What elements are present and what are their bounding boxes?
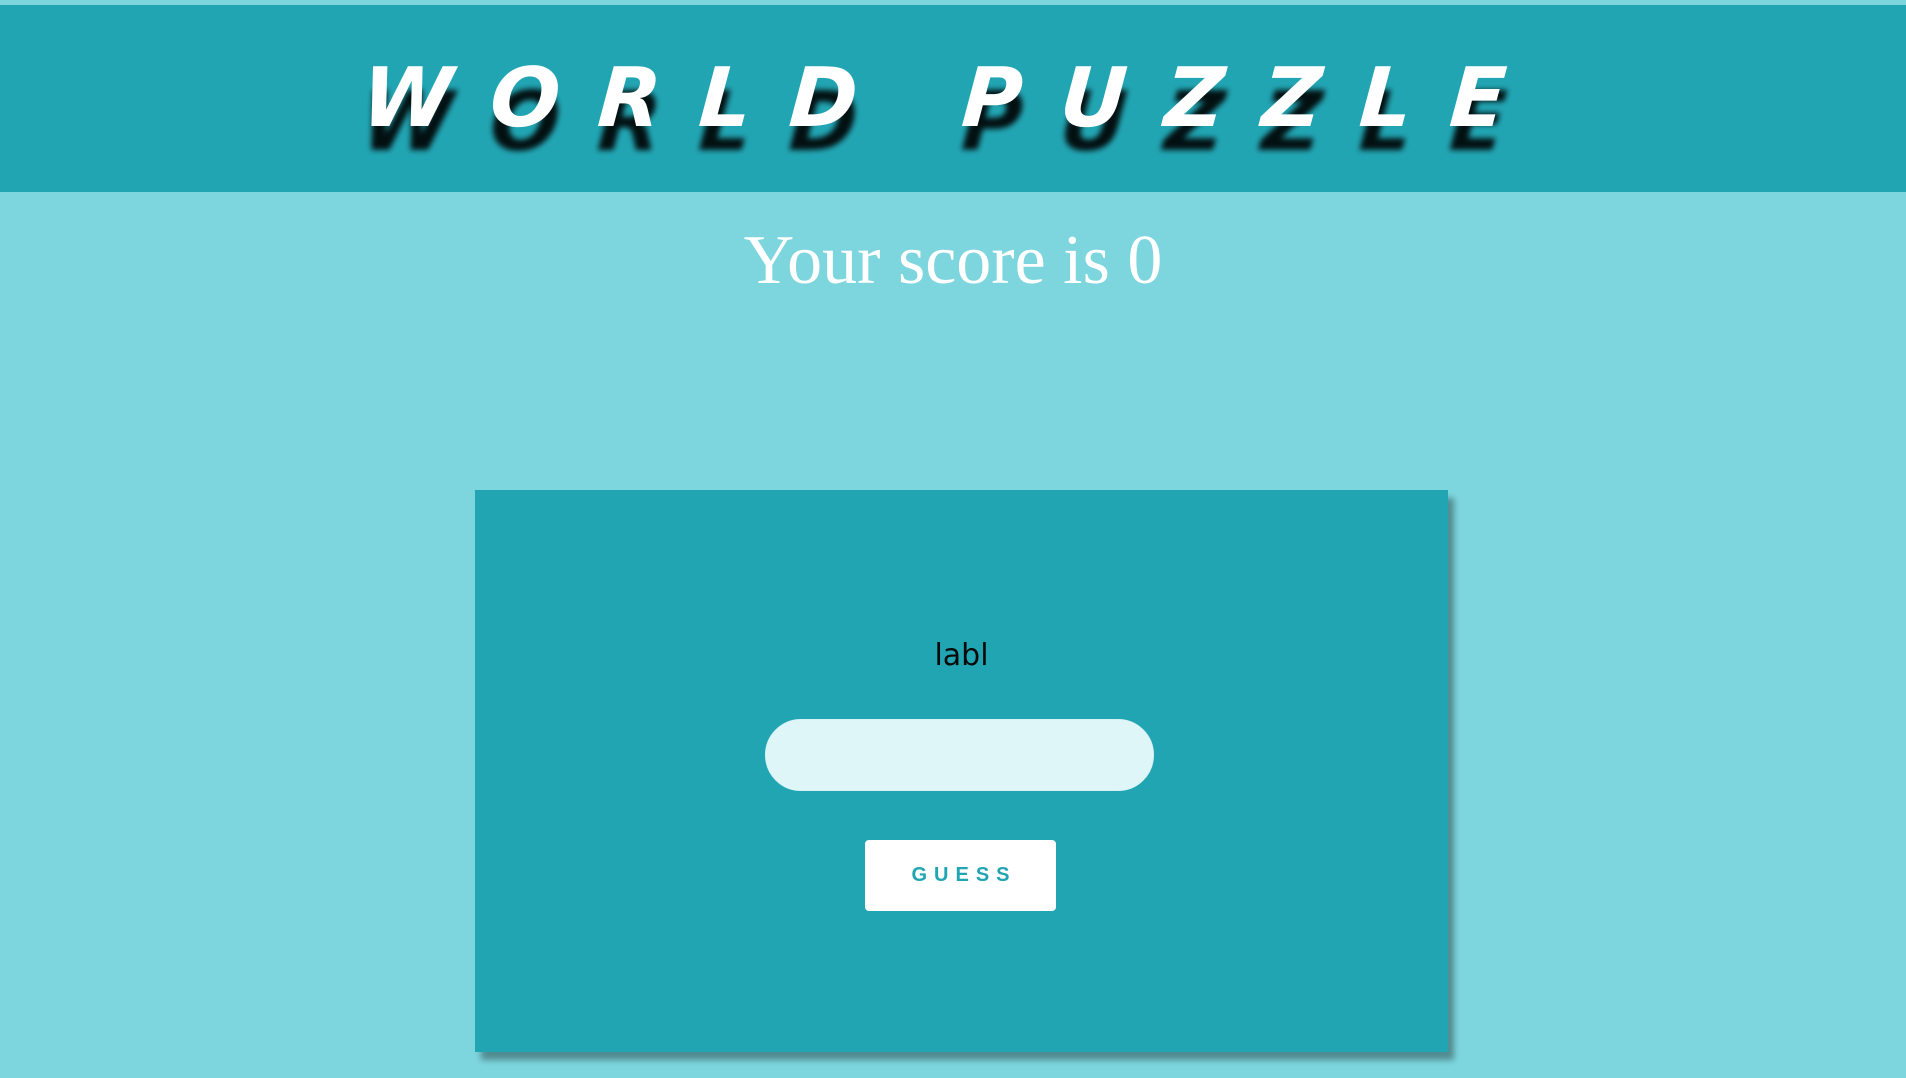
game-title-text: WORLD PUZZLE	[358, 51, 1548, 146]
guess-card: labl GUESS	[475, 490, 1448, 1052]
guess-input[interactable]	[765, 719, 1154, 791]
guess-button[interactable]: GUESS	[865, 840, 1056, 911]
puzzle-label: labl	[934, 638, 989, 673]
game-title: WORLD PUZZLE WORLD PUZZLE	[0, 50, 1906, 180]
score-display: Your score is 0	[743, 222, 1163, 299]
